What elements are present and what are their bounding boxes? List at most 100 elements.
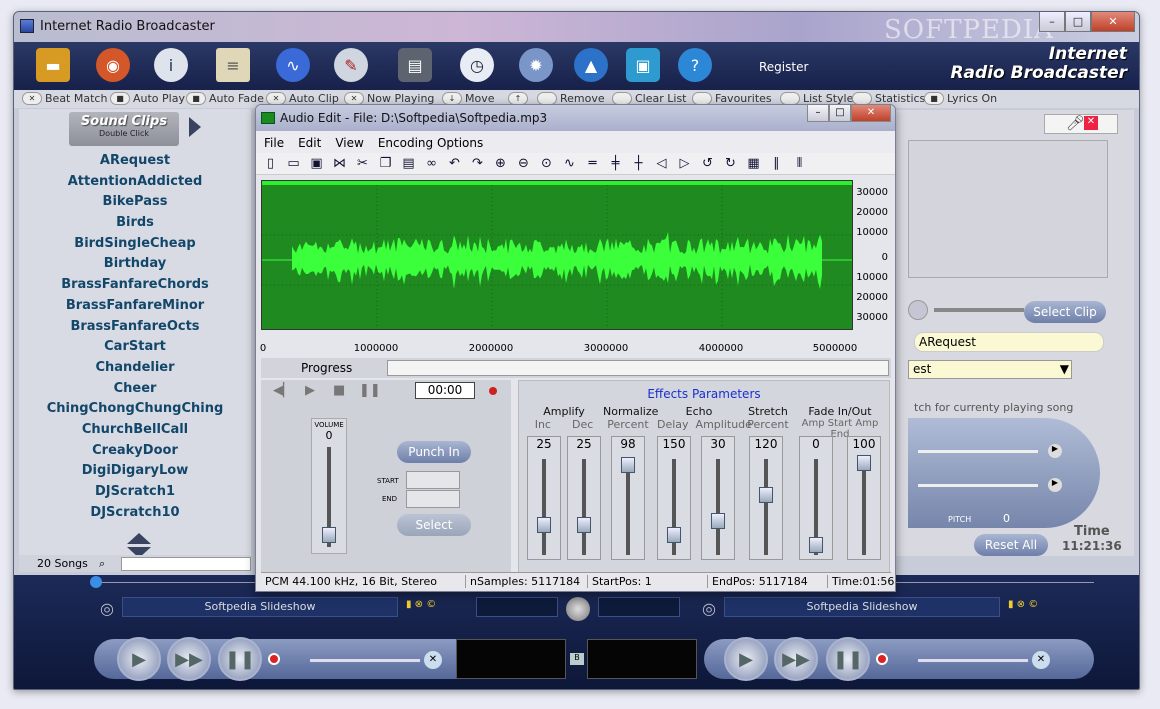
folder-icon[interactable]: ▬ (36, 48, 70, 82)
reset-icon[interactable]: ▶ (1048, 444, 1062, 458)
list-item[interactable]: Birthday (19, 254, 251, 275)
option-auto-fade[interactable]: ■ Auto Fade (186, 92, 264, 105)
option-auto-play[interactable]: ■ Auto Play (110, 92, 185, 105)
deck-controls[interactable]: ▮ ⊗ © (406, 599, 456, 615)
paste-icon[interactable]: ▤ (400, 156, 417, 171)
fade-out-icon[interactable]: ▷ (676, 156, 693, 171)
list-item[interactable]: BrassFanfareChords (19, 275, 251, 296)
cut-icon[interactable]: ✂ (354, 156, 371, 171)
waveform-icon[interactable]: ∿ (276, 48, 310, 82)
close-icon[interactable]: ✕ (424, 651, 442, 669)
select-clip-button[interactable]: Select Clip (1024, 301, 1106, 323)
amplify-icon[interactable]: ∥ (768, 156, 785, 171)
right-seek-slider[interactable] (894, 582, 1094, 583)
play-button[interactable]: ▶ (724, 637, 768, 681)
end-field[interactable] (406, 490, 460, 508)
right-volume-slider[interactable] (918, 659, 1028, 662)
undo-icon[interactable]: ↶ (446, 156, 463, 171)
clip-volume-slider[interactable] (934, 308, 1024, 312)
list-item[interactable]: Birds (19, 213, 251, 234)
search-input[interactable] (121, 556, 251, 571)
request-field[interactable]: ARequest (914, 332, 1104, 352)
pause-icon[interactable]: ❚❚ (359, 383, 381, 398)
menu-view[interactable]: View (335, 136, 363, 150)
expand-arrow-icon[interactable] (189, 117, 201, 137)
stop-icon[interactable]: ■ (333, 383, 345, 398)
silence-icon[interactable]: ═ (584, 156, 601, 171)
marker-icon[interactable]: ┼ (630, 156, 647, 171)
crossfader-icon[interactable] (566, 597, 590, 621)
delete-icon[interactable]: ✕ (1084, 116, 1098, 130)
open-icon[interactable]: ▭ (285, 156, 302, 171)
database-icon[interactable]: ▤ (398, 48, 432, 82)
menu-encoding-options[interactable]: Encoding Options (378, 136, 483, 150)
register-link[interactable]: Register (759, 60, 808, 74)
list-item[interactable]: DigiDigaryLow (19, 461, 251, 482)
record-icon[interactable] (876, 653, 888, 665)
select-button[interactable]: Select (397, 514, 471, 536)
redo-icon[interactable]: ↷ (469, 156, 486, 171)
list-item[interactable]: DJScratch10 (19, 503, 251, 524)
normalize-icon[interactable]: ▦ (745, 156, 762, 171)
play-icon[interactable]: ▶ (305, 383, 315, 398)
copy-icon[interactable]: ❐ (377, 156, 394, 171)
stretch-slider[interactable]: 120 (749, 436, 783, 560)
fade-in-icon[interactable]: ◁ (653, 156, 670, 171)
info-icon[interactable]: i (154, 48, 188, 82)
maximize-button[interactable]: □ (829, 105, 851, 122)
cd-icon[interactable]: ✎ (334, 48, 368, 82)
pitch-slider-2[interactable] (918, 484, 1038, 487)
fade-amp-start-slider[interactable]: 0 (799, 436, 833, 560)
list-item[interactable]: Cheer (19, 379, 251, 400)
menu-edit[interactable]: Edit (298, 136, 321, 150)
record-icon[interactable] (489, 387, 497, 395)
clock-icon[interactable]: ◷ (460, 48, 494, 82)
echo-delay-slider[interactable]: 150 (657, 436, 691, 560)
split-icon[interactable]: ╪ (607, 156, 624, 171)
deck-controls[interactable]: ▮ ⊗ © (1008, 599, 1058, 615)
list-item[interactable]: Chandelier (19, 358, 251, 379)
minimize-button[interactable]: – (807, 105, 829, 122)
echo-amplitude-slider[interactable]: 30 (701, 436, 735, 560)
microphone-icon[interactable]: 🎤︎ (1066, 114, 1085, 132)
stretch-icon[interactable]: ⦀ (791, 156, 808, 171)
close-button[interactable]: ✕ (851, 105, 891, 122)
sound-clips-header[interactable]: Sound Clips Double Click (69, 112, 179, 146)
mix-icon[interactable]: ∞ (423, 156, 440, 171)
gear-icon[interactable]: ✹ (519, 48, 553, 82)
punch-in-button[interactable]: Punch In (397, 441, 471, 463)
trim-icon[interactable]: ⋈ (331, 156, 348, 171)
seek-thumb[interactable] (90, 576, 102, 588)
reset-all-button[interactable]: Reset All (974, 534, 1048, 556)
menu-file[interactable]: File (264, 136, 284, 150)
list-item[interactable]: BrassFanfareMinor (19, 296, 251, 317)
screen-icon[interactable]: ▣ (626, 48, 660, 82)
left-volume-slider[interactable] (310, 659, 420, 662)
volume-slider[interactable]: VOLUME 0 (311, 418, 347, 554)
close-icon[interactable]: ✕ (1032, 651, 1050, 669)
scroll-icon[interactable]: ≡ (216, 48, 250, 82)
deck-select-b[interactable]: B (570, 653, 584, 665)
zoom-out-icon[interactable]: ⊖ (515, 156, 532, 171)
list-item[interactable]: BirdSingleCheap (19, 234, 251, 255)
reset-icon[interactable]: ▶ (1048, 478, 1062, 492)
reverse-icon[interactable]: ↺ (699, 156, 716, 171)
normalize-slider[interactable]: 98 (611, 436, 645, 560)
loop-icon[interactable]: ↻ (722, 156, 739, 171)
list-item[interactable]: BrassFanfareOcts (19, 317, 251, 338)
option-beat-match[interactable]: ✕ Beat Match (22, 92, 107, 105)
new-icon[interactable]: ▯ (262, 156, 279, 171)
maximize-button[interactable]: □ (1065, 12, 1091, 32)
speaker-icon[interactable]: ◉ (96, 48, 130, 82)
list-item[interactable]: ARequest (19, 151, 251, 172)
play-button[interactable]: ▶ (117, 637, 161, 681)
play-icon[interactable] (908, 300, 928, 320)
amplify-dec-slider[interactable]: 25 (567, 436, 601, 560)
minimize-button[interactable]: – (1039, 12, 1065, 32)
fast-forward-button[interactable]: ▶▶ (167, 637, 211, 681)
record-icon[interactable] (268, 653, 280, 665)
save-icon[interactable]: ▣ (308, 156, 325, 171)
list-item[interactable]: DJScratch1 (19, 482, 251, 503)
pitch-slider-1[interactable] (918, 450, 1038, 453)
zoom-fit-icon[interactable]: ⊙ (538, 156, 555, 171)
